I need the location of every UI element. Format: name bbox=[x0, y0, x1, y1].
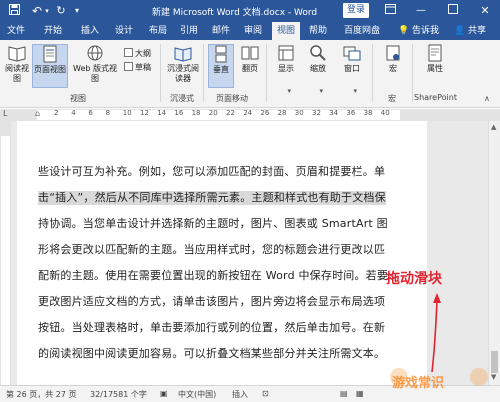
view-print-layout-icon[interactable]: ▦ bbox=[356, 389, 364, 398]
proofing-icon[interactable]: ▣ bbox=[160, 389, 168, 398]
view-read-mode-icon[interactable]: ▤ bbox=[340, 389, 348, 398]
annotation-arrow bbox=[431, 293, 441, 373]
page-count[interactable]: 第 26 页，共 27 页 bbox=[6, 389, 77, 400]
watermark-text: 游戏常识 bbox=[392, 376, 445, 391]
word-count[interactable]: 32/17581 个字 bbox=[90, 389, 147, 400]
accessibility-icon[interactable]: ⊡ bbox=[262, 389, 269, 398]
annotation-label: 拖动滑块 bbox=[386, 271, 442, 287]
language-indicator[interactable]: 中文(中国) bbox=[178, 389, 216, 400]
insert-mode-indicator[interactable]: 插入 bbox=[232, 389, 248, 400]
